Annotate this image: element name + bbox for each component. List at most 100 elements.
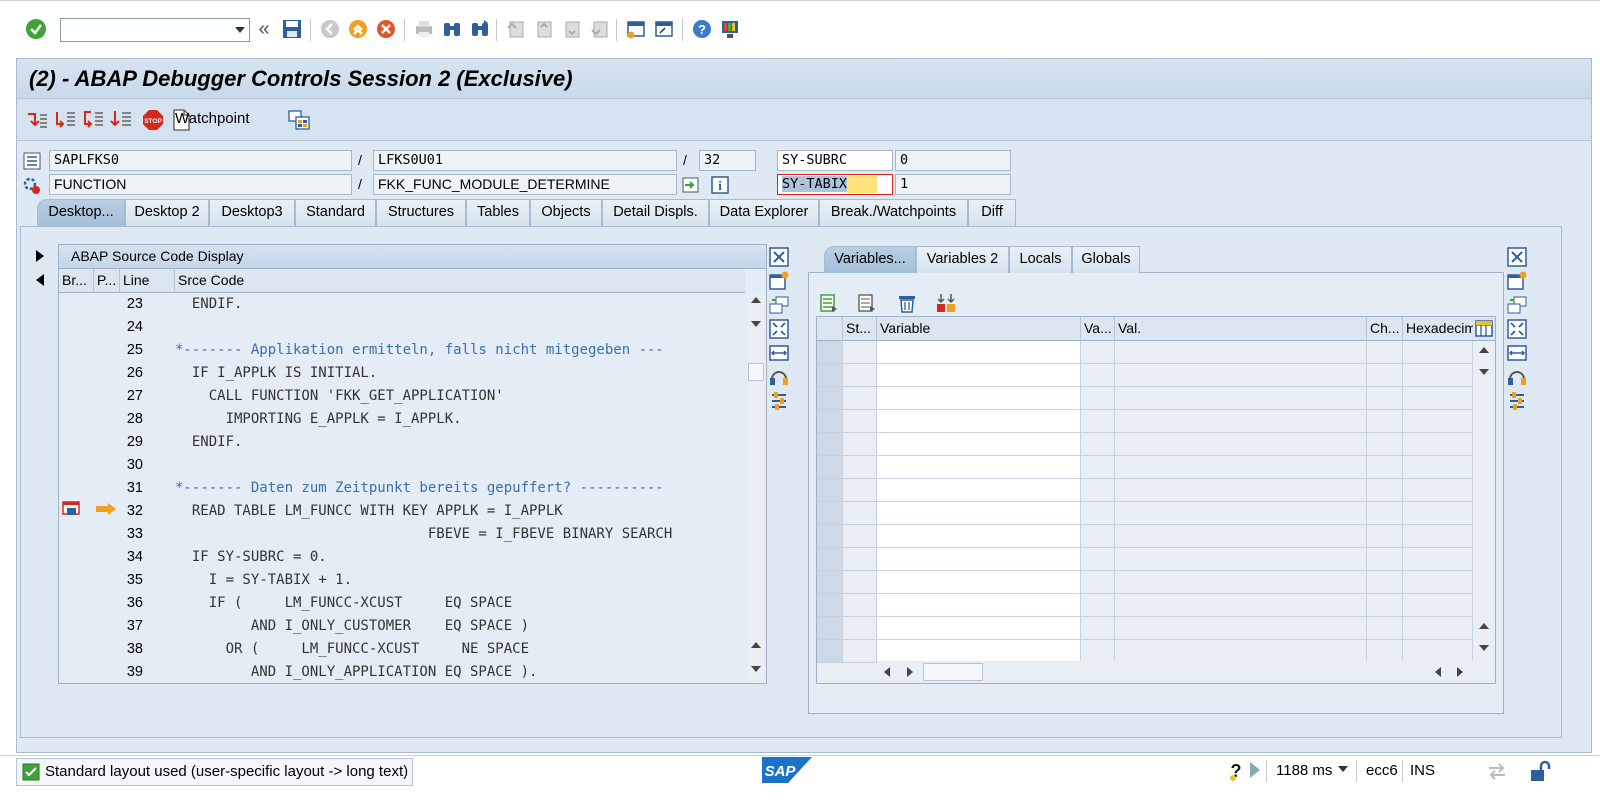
variable-cell[interactable]: [1115, 640, 1367, 662]
row-selector[interactable]: [817, 548, 843, 570]
tab-globals[interactable]: Globals: [1072, 246, 1140, 273]
variables-vertical-scrollbar[interactable]: [1475, 341, 1493, 661]
save-icon[interactable]: [280, 17, 304, 41]
first-page-icon[interactable]: [504, 17, 528, 41]
source-line-row[interactable]: 30: [59, 454, 745, 477]
col-variable[interactable]: Variable: [877, 317, 1081, 341]
col-hexadecimal[interactable]: Hexadecim: [1403, 317, 1473, 341]
tab-break-watchpoints[interactable]: Break./Watchpoints: [819, 199, 968, 226]
services-tool-icon[interactable]: [768, 367, 790, 387]
source-line-row[interactable]: 31 *------- Daten zum Zeitpunkt bereits g…: [59, 477, 745, 500]
variable-cell[interactable]: [1115, 456, 1367, 478]
source-scrollbar[interactable]: [747, 293, 765, 683]
collapse-double-chevron-icon[interactable]: «: [252, 17, 276, 41]
variable-cell[interactable]: [1367, 410, 1403, 432]
scroll-right-icon[interactable]: [907, 667, 913, 677]
scroll-up-icon[interactable]: [1479, 347, 1489, 353]
new-tool-icon[interactable]: [768, 271, 790, 291]
row-selector[interactable]: [817, 617, 843, 639]
variable-cell[interactable]: [1115, 433, 1367, 455]
source-line-row[interactable]: 36 IF ( LM_FUNCC-XCUST EQ SPACE: [59, 592, 745, 615]
variable-cell[interactable]: [1403, 456, 1473, 478]
event-name-field[interactable]: FKK_FUNC_MODULE_DETERMINE: [373, 174, 677, 195]
variable-cell[interactable]: [843, 640, 877, 662]
maximize-tool-icon[interactable]: [768, 319, 790, 339]
row-selector[interactable]: [817, 502, 843, 524]
play-triangle-icon[interactable]: [1250, 762, 1260, 778]
variable-name-cell[interactable]: [877, 456, 1081, 478]
row-selector[interactable]: [817, 341, 843, 363]
variable-cell[interactable]: [843, 364, 877, 386]
variable-cell[interactable]: [1403, 548, 1473, 570]
breakpoint-icon[interactable]: [61, 499, 83, 519]
variable-cell[interactable]: [1115, 341, 1367, 363]
variable-cell[interactable]: [1403, 571, 1473, 593]
variable-cell[interactable]: [1115, 364, 1367, 386]
source-line-row[interactable]: 26 IF I_APPLK IS INITIAL.: [59, 362, 745, 385]
status-message[interactable]: Standard layout used (user-specific layo…: [16, 758, 413, 786]
variable-cell[interactable]: [1081, 387, 1115, 409]
variable-cell[interactable]: [1115, 479, 1367, 501]
variable-cell[interactable]: [1367, 433, 1403, 455]
variable-row[interactable]: [817, 640, 1473, 663]
variable-row[interactable]: [817, 571, 1473, 594]
source-line-row[interactable]: 37 AND I_ONLY_CUSTOMER EQ SPACE ): [59, 615, 745, 638]
find-icon[interactable]: [440, 17, 464, 41]
variable-cell[interactable]: [1367, 341, 1403, 363]
cancel-icon[interactable]: [374, 17, 398, 41]
generate-shortcut-icon[interactable]: [652, 17, 676, 41]
variable-row[interactable]: [817, 548, 1473, 571]
col-changed[interactable]: Ch...: [1367, 317, 1403, 341]
col-position[interactable]: P...: [94, 269, 120, 293]
maximize-tool-icon[interactable]: [1506, 319, 1528, 339]
tab-data-explorer[interactable]: Data Explorer: [709, 199, 819, 226]
tab-desktop-2[interactable]: Desktop 2: [125, 199, 209, 226]
variable-1-name-field[interactable]: SY-SUBRC: [777, 150, 893, 171]
stop-icon[interactable]: STOP: [141, 108, 165, 132]
row-selector[interactable]: [817, 387, 843, 409]
variable-row[interactable]: [817, 502, 1473, 525]
variable-cell[interactable]: [1403, 640, 1473, 662]
col-value[interactable]: Val.: [1115, 317, 1367, 341]
variable-cell[interactable]: [1115, 548, 1367, 570]
tab-variables-1[interactable]: Variables...: [824, 246, 916, 273]
variable-cell[interactable]: [843, 387, 877, 409]
variable-name-cell[interactable]: [877, 617, 1081, 639]
return-step-icon[interactable]: [81, 108, 105, 132]
variable-cell[interactable]: [1081, 548, 1115, 570]
exit-icon[interactable]: [346, 17, 370, 41]
previous-page-icon[interactable]: [532, 17, 556, 41]
variable-cell[interactable]: [843, 571, 877, 593]
detail-view-icon[interactable]: [856, 292, 878, 314]
source-line-row[interactable]: 33 FBEVE = I_FBEVE BINARY SEARCH: [59, 523, 745, 546]
variable-row[interactable]: [817, 341, 1473, 364]
col-value-short[interactable]: Va...: [1081, 317, 1115, 341]
variable-cell[interactable]: [1403, 594, 1473, 616]
variable-row[interactable]: [817, 364, 1473, 387]
row-selector[interactable]: [817, 456, 843, 478]
line-number-field[interactable]: 32: [699, 150, 756, 171]
variable-cell[interactable]: [1081, 571, 1115, 593]
variable-cell[interactable]: [1115, 525, 1367, 547]
transfer-icon[interactable]: [1486, 760, 1508, 782]
response-time-dropdown-icon[interactable]: [1338, 766, 1348, 772]
source-line-row[interactable]: 25 *------- Applikation ermitteln, falls …: [59, 339, 745, 362]
variable-cell[interactable]: [1081, 640, 1115, 662]
column-settings-icon[interactable]: [1473, 317, 1495, 341]
variable-cell[interactable]: [1403, 525, 1473, 547]
variable-cell[interactable]: [1367, 502, 1403, 524]
variable-name-cell[interactable]: [877, 594, 1081, 616]
program-field[interactable]: SAPLFKS0: [49, 150, 352, 171]
layout-settings-icon[interactable]: [287, 108, 311, 132]
tab-desktop-3[interactable]: Desktop3: [209, 199, 295, 226]
swap-tool-icon[interactable]: [768, 343, 790, 363]
event-type-field[interactable]: FUNCTION: [49, 174, 352, 195]
continue-to-cursor-icon[interactable]: [109, 108, 133, 132]
source-line-row[interactable]: 39 AND I_ONLY_APPLICATION EQ SPACE ).: [59, 661, 745, 684]
variable-name-cell[interactable]: [877, 640, 1081, 662]
scroll-left-icon[interactable]: [1435, 667, 1441, 677]
variable-cell[interactable]: [1403, 364, 1473, 386]
variable-cell[interactable]: [1367, 387, 1403, 409]
variable-row[interactable]: [817, 410, 1473, 433]
row-selector[interactable]: [817, 571, 843, 593]
